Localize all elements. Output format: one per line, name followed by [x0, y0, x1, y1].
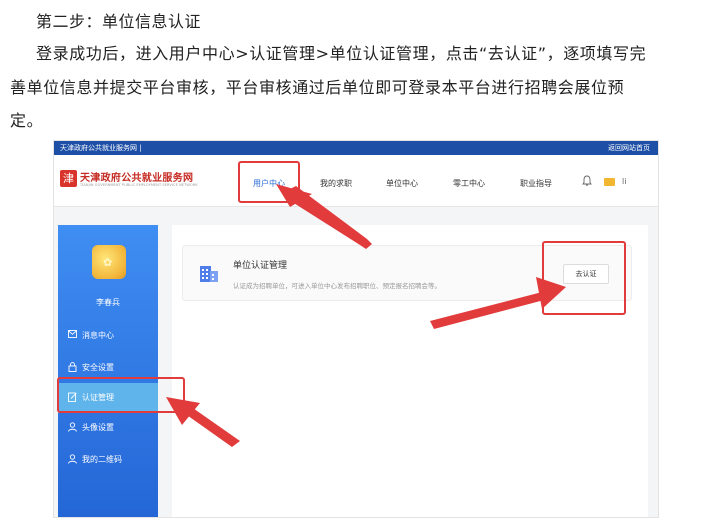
building-icon [198, 262, 220, 284]
nav-employer-center[interactable]: 单位中心 [386, 178, 418, 189]
sidebar-item-label: 安全设置 [82, 363, 114, 372]
avatar[interactable]: ✿ [92, 245, 126, 279]
step-heading: 第二步：单位信息认证 [36, 12, 202, 31]
logo-title[interactable]: 天津政府公共就业服务网 [80, 169, 193, 184]
logo-icon: 津 [60, 170, 77, 187]
lock-icon [68, 362, 77, 375]
folder-icon[interactable] [604, 178, 615, 186]
sidebar-item-label: 我的二维码 [82, 455, 122, 464]
back-to-home-link[interactable]: 返回网站首页 [608, 143, 650, 153]
nav-highlight-box [238, 161, 300, 203]
button-highlight-box [542, 241, 626, 315]
card-title: 单位认证管理 [233, 261, 288, 271]
paragraph-line: 登录成功后，进入用户中心>认证管理>单位认证管理，点击“去认证”，逐项填写完 [36, 44, 647, 63]
embedded-screenshot: 天津政府公共就业服务网 | 返回网站首页 津 天津政府公共就业服务网 TIANJ… [53, 140, 659, 518]
sidebar-item-label: 消息中心 [82, 331, 114, 340]
bell-icon[interactable] [582, 175, 592, 189]
nav-career-guidance[interactable]: 职业指导 [520, 178, 552, 189]
paragraph-line: 定。 [10, 111, 44, 130]
sidebar-item-messages[interactable]: 消息中心 [58, 321, 158, 351]
sidebar-item-avatar-settings[interactable]: 头像设置 [58, 413, 158, 443]
paragraph-line: 善单位信息并提交平台审核，平台审核通过后单位即可登录本平台进行招聘会展位预 [10, 78, 625, 97]
sidebar-highlight-box [57, 377, 185, 413]
card-description: 认证成为招聘单位，可进入单位中心发布招聘职位、预定报名招聘会等。 [233, 282, 441, 290]
sidebar: ✿ 李春兵 消息中心 安全设置 认证管理 头像设置 我的二维码 [58, 225, 158, 517]
user-initial[interactable]: li [622, 177, 626, 186]
mail-icon [68, 330, 77, 341]
site-topbar: 天津政府公共就业服务网 | 返回网站首页 [54, 141, 658, 155]
user-icon [68, 454, 77, 467]
topbar-site-name: 天津政府公共就业服务网 | [60, 144, 142, 152]
user-icon [68, 422, 77, 435]
sidebar-item-qrcode[interactable]: 我的二维码 [58, 445, 158, 475]
nav-my-jobs[interactable]: 我的求职 [320, 178, 352, 189]
site-header: 津 天津政府公共就业服务网 TIANJIN GOVERNMENT PUBLIC … [54, 155, 658, 207]
nav-gig-center[interactable]: 零工中心 [453, 178, 485, 189]
logo-subtitle: TIANJIN GOVERNMENT PUBLIC EMPLOYMENT SER… [80, 183, 198, 187]
flower-icon: ✿ [103, 256, 113, 269]
username: 李春兵 [96, 298, 120, 307]
sidebar-item-label: 头像设置 [82, 423, 114, 432]
